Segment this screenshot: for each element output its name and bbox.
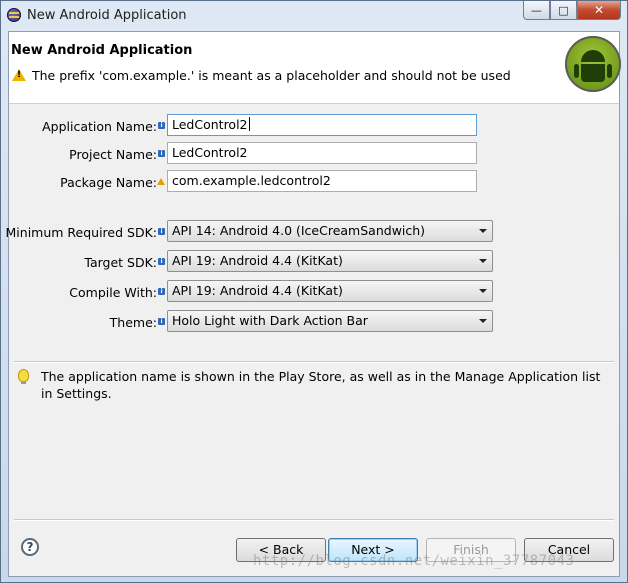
info-icon: i	[158, 288, 165, 295]
eclipse-icon	[7, 8, 21, 22]
theme-label: Theme:	[109, 315, 157, 330]
info-icon: i	[158, 318, 165, 325]
minimum-sdk-select[interactable]: API 14: Android 4.0 (IceCreamSandwich)	[167, 220, 493, 242]
chevron-down-icon	[479, 319, 487, 323]
package-name-label: Package Name:	[60, 175, 157, 190]
lightbulb-icon	[18, 369, 29, 384]
project-name-label: Project Name:	[69, 147, 157, 162]
android-logo-icon	[565, 36, 621, 92]
separator	[14, 519, 614, 521]
compile-with-select[interactable]: API 19: Android 4.4 (KitKat)	[167, 280, 493, 302]
maximize-button[interactable]: □	[550, 1, 577, 20]
minimize-button[interactable]: —	[523, 1, 550, 20]
info-icon: i	[158, 228, 165, 235]
package-name-field[interactable]: com.example.ledcontrol2	[167, 170, 477, 192]
chevron-down-icon	[479, 259, 487, 263]
window-controls: — □ ✕	[523, 1, 621, 21]
chevron-down-icon	[479, 229, 487, 233]
wizard-header: New Android Application The prefix 'com.…	[9, 32, 621, 104]
info-icon: i	[158, 258, 165, 265]
application-name-label: Application Name:	[42, 119, 157, 134]
target-sdk-label: Target SDK:	[84, 255, 157, 270]
application-name-field[interactable]: LedControl2	[167, 114, 477, 136]
wizard-message: The prefix 'com.example.' is meant as a …	[32, 68, 511, 83]
project-name-field[interactable]: LedControl2	[167, 142, 477, 164]
info-icon: i	[158, 150, 165, 157]
minimum-sdk-label: Minimum Required SDK:	[5, 225, 157, 240]
theme-select[interactable]: Holo Light with Dark Action Bar	[167, 310, 493, 332]
close-button[interactable]: ✕	[577, 1, 621, 20]
compile-with-label: Compile With:	[69, 285, 157, 300]
dialog-window: New Android Application — □ ✕ New Androi…	[0, 0, 628, 583]
target-sdk-select[interactable]: API 19: Android 4.4 (KitKat)	[167, 250, 493, 272]
separator	[14, 361, 614, 363]
chevron-down-icon	[479, 289, 487, 293]
watermark-text: http://blog.csdn.net/weixin_37787043	[253, 553, 575, 569]
title-bar: New Android Application — □ ✕	[1, 1, 627, 31]
help-icon[interactable]: ?	[21, 538, 39, 556]
wizard-title: New Android Application	[11, 43, 193, 58]
dialog-client-area: New Android Application The prefix 'com.…	[5, 31, 621, 577]
warning-icon	[157, 178, 165, 185]
info-icon: i	[158, 122, 165, 129]
warning-icon	[12, 69, 26, 81]
hint-text: The application name is shown in the Pla…	[41, 369, 601, 401]
window-title: New Android Application	[27, 8, 187, 23]
